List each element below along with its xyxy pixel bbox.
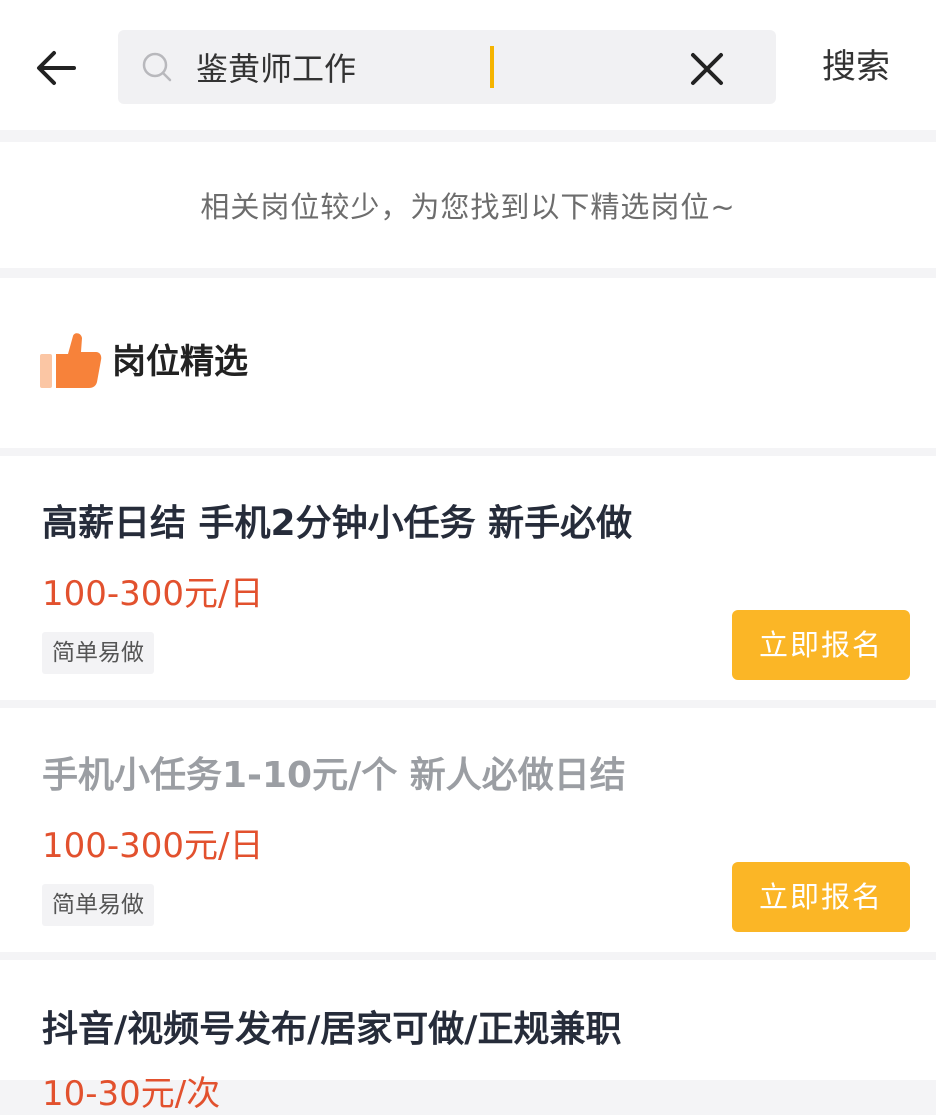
search-header: 搜索 [0, 0, 936, 130]
job-title: 高薪日结 手机2分钟小任务 新手必做 [42, 503, 633, 544]
job-card[interactable]: 抖音/视频号发布/居家可做/正规兼职 [0, 960, 936, 1080]
job-title: 抖音/视频号发布/居家可做/正规兼职 [42, 1009, 622, 1050]
job-tag: 简单易做 [42, 632, 154, 674]
job-title: 手机小任务1-10元/个 新人必做日结 [42, 755, 626, 796]
result-notice-text: 相关岗位较少，为您找到以下精选岗位~ [200, 190, 736, 224]
job-card[interactable]: 高薪日结 手机2分钟小任务 新手必做 100-300元/日 简单易做 立即报名 [0, 456, 936, 700]
search-box[interactable] [118, 30, 776, 104]
job-salary: 100-300元/日 [42, 574, 264, 614]
close-icon [691, 53, 723, 85]
job-salary: 10-30元/次 [42, 1074, 221, 1114]
apply-button[interactable]: 立即报名 [732, 610, 910, 680]
arrow-left-icon [37, 51, 76, 85]
search-button[interactable]: 搜索 [806, 42, 906, 92]
job-card[interactable]: 手机小任务1-10元/个 新人必做日结 100-300元/日 简单易做 立即报名 [0, 708, 936, 952]
section-title: 岗位精选 [112, 342, 248, 382]
job-tag: 简单易做 [42, 884, 154, 926]
result-notice: 相关岗位较少，为您找到以下精选岗位~ [0, 142, 936, 268]
search-icon [142, 52, 172, 82]
back-button[interactable] [30, 42, 82, 94]
search-input[interactable] [196, 44, 676, 90]
apply-button[interactable]: 立即报名 [732, 862, 910, 932]
text-caret [490, 46, 494, 88]
job-salary: 100-300元/日 [42, 826, 264, 866]
clear-search-button[interactable] [682, 46, 732, 92]
thumbs-up-icon [40, 333, 102, 388]
